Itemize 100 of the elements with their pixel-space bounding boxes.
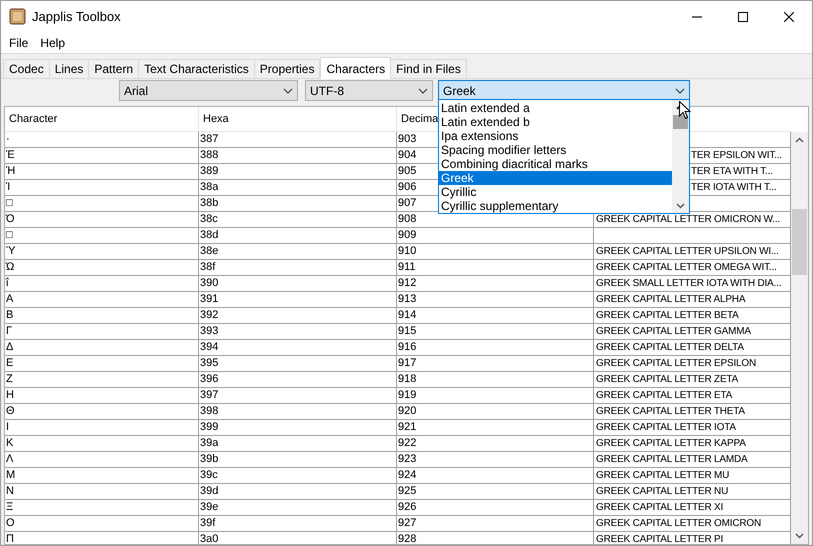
table-cell: 38b [199, 196, 397, 212]
app-icon [9, 8, 26, 25]
table-cell: 387 [199, 132, 397, 148]
scroll-down-icon[interactable] [676, 203, 685, 209]
scroll-thumb[interactable] [673, 115, 688, 129]
table-cell: 910 [397, 244, 594, 260]
table-cell: 39a [199, 436, 397, 452]
table-cell: 917 [397, 356, 594, 372]
table-cell: □ [5, 196, 199, 212]
table-cell: 912 [397, 276, 594, 292]
table-cell: GREEK CAPITAL LETTER LAMDA [594, 452, 791, 468]
block-dropdown[interactable]: Greek [438, 80, 690, 101]
dropdown-value: Arial [124, 82, 148, 100]
table-cell: 388 [199, 148, 397, 164]
table-cell: 913 [397, 292, 594, 308]
menu-item[interactable]: File [3, 34, 34, 52]
table-cell: 390 [199, 276, 397, 292]
table-cell: 911 [397, 260, 594, 276]
table-cell: Ξ [5, 500, 199, 516]
table-cell: 922 [397, 436, 594, 452]
table-cell: 399 [199, 420, 397, 436]
caret-icon [283, 88, 293, 94]
tab[interactable]: Codec [3, 59, 50, 78]
table-cell: GREEK CAPITAL LETTER UPSILON WI... [594, 244, 791, 260]
table-cell: GREEK CAPITAL LETTER BETA [594, 308, 791, 324]
table-cell: Ο [5, 516, 199, 532]
dropdown-option[interactable]: Latin extended b [439, 115, 672, 129]
table-cell: 38d [199, 228, 397, 244]
table-cell: Ή [5, 164, 199, 180]
table-cell: Κ [5, 436, 199, 452]
tab[interactable]: Characters [320, 57, 392, 79]
table-cell: 389 [199, 164, 397, 180]
table-cell: Ν [5, 484, 199, 500]
table-cell: Λ [5, 452, 199, 468]
table-cell: Α [5, 292, 199, 308]
table-cell: · [5, 132, 199, 148]
table-cell: Ζ [5, 372, 199, 388]
tab[interactable]: Properties [254, 59, 320, 78]
table-cell: GREEK CAPITAL LETTER KAPPA [594, 436, 791, 452]
table-cell: 926 [397, 500, 594, 516]
table-cell: Γ [5, 324, 199, 340]
table-cell: 918 [397, 372, 594, 388]
table-cell: GREEK CAPITAL LETTER ZETA [594, 372, 791, 388]
table-cell: 38e [199, 244, 397, 260]
table-cell: 914 [397, 308, 594, 324]
table-cell: 927 [397, 516, 594, 532]
list-scrollbar[interactable] [672, 100, 689, 213]
table-cell: 39e [199, 500, 397, 516]
table-cell: GREEK CAPITAL LETTER ETA [594, 388, 791, 404]
table-cell: Θ [5, 404, 199, 420]
table-cell: Η [5, 388, 199, 404]
font-dropdown[interactable]: Arial [119, 80, 298, 101]
scroll-down-icon[interactable] [795, 533, 804, 539]
close-icon [784, 12, 794, 22]
table-cell: 921 [397, 420, 594, 436]
table-cell: 916 [397, 340, 594, 356]
scrollbar[interactable] [791, 132, 808, 544]
table-cell: GREEK SMALL LETTER IOTA WITH DIA... [594, 276, 791, 292]
table-cell: 39f [199, 516, 397, 532]
table-cell: GREEK CAPITAL LETTER XI [594, 500, 791, 516]
caret-icon [418, 88, 428, 94]
table-cell: 923 [397, 452, 594, 468]
table-cell: GREEK CAPITAL LETTER EPSILON [594, 356, 791, 372]
table-cell: GREEK CAPITAL LETTER OMEGA WIT... [594, 260, 791, 276]
table-cell: 396 [199, 372, 397, 388]
caret-icon [675, 88, 685, 94]
table-cell: GREEK CAPITAL LETTER NU [594, 484, 791, 500]
table-cell: 3a0 [199, 532, 397, 544]
dropdown-option[interactable]: Latin extended a [439, 101, 672, 115]
table-cell: 397 [199, 388, 397, 404]
table-cell: GREEK CAPITAL LETTER GAMMA [594, 324, 791, 340]
table-cell: Ε [5, 356, 199, 372]
table-cell: Δ [5, 340, 199, 356]
table-cell: GREEK CAPITAL LETTER ALPHA [594, 292, 791, 308]
table-cell: 39b [199, 452, 397, 468]
table-cell: GREEK CAPITAL LETTER THETA [594, 404, 791, 420]
table-cell: 924 [397, 468, 594, 484]
dropdown-value: Greek [443, 82, 476, 100]
dropdown-option[interactable]: Greek [439, 171, 672, 185]
table-cell: □ [5, 228, 199, 244]
column-header[interactable]: Hexa [199, 107, 397, 131]
table-cell: Ύ [5, 244, 199, 260]
tab[interactable]: Find in Files [390, 59, 467, 78]
column-header[interactable]: Character [5, 107, 199, 131]
table-cell: 398 [199, 404, 397, 420]
minimize-icon [692, 16, 702, 17]
table-cell: 919 [397, 388, 594, 404]
menu-item[interactable]: Help [34, 34, 72, 52]
table-cell: ΐ [5, 276, 199, 292]
encoding-dropdown[interactable]: UTF-8 [305, 80, 433, 101]
table-cell: 928 [397, 532, 594, 544]
table-cell: 39d [199, 484, 397, 500]
table-cell: 38c [199, 212, 397, 228]
table-cell: Ό [5, 212, 199, 228]
scroll-thumb[interactable] [792, 209, 807, 275]
table-cell: Ώ [5, 260, 199, 276]
table-cell: 38a [199, 180, 397, 196]
table-cell: 392 [199, 308, 397, 324]
table-cell: 394 [199, 340, 397, 356]
table-cell: GREEK CAPITAL LETTER OMICRON [594, 516, 791, 532]
